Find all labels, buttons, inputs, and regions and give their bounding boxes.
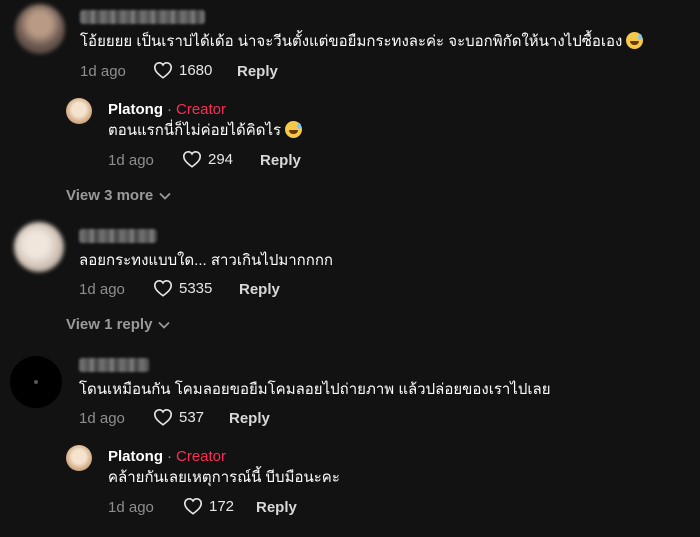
view-more-label: View 3 more <box>66 187 154 204</box>
like-count: 5335 <box>179 279 213 297</box>
reply-text-content: ตอนแรกนี่ก็ไม่ค่อยได้คิดไร <box>108 122 282 139</box>
comment-text: โดนเหมือนกัน โคมลอยขอยืมโคมลอยไปถ่ายภาพ … <box>79 381 551 398</box>
creator-badge: Creator <box>176 448 227 465</box>
like-count: 172 <box>209 497 235 515</box>
heart-outline-icon <box>153 408 173 426</box>
like-button[interactable]: 294 <box>182 150 233 168</box>
separator-dot: · <box>167 448 172 465</box>
commenter-name[interactable] <box>80 10 205 24</box>
heart-outline-icon <box>153 279 173 297</box>
creator-badge: Creator <box>176 101 227 118</box>
reply-text: คล้ายกันเลยเหตุการณ์นี้ บีบมือนะคะ <box>108 469 340 486</box>
commenter-name[interactable] <box>79 229 157 243</box>
heart-outline-icon <box>183 497 203 515</box>
reply-button[interactable]: Reply <box>229 410 270 427</box>
reply-button[interactable]: Reply <box>256 499 297 516</box>
like-button[interactable]: 537 <box>153 408 204 426</box>
comment-text: โอ้ยยยย เป็นเราบ่ได้เด้อ น่าจะวีนตั้งแต่… <box>80 32 644 52</box>
comment-text-content: โอ้ยยยย เป็นเราบ่ได้เด้อ น่าจะวีนตั้งแต่… <box>80 33 623 50</box>
comment-time: 1d ago <box>79 410 125 427</box>
commenter-name[interactable] <box>79 358 149 372</box>
grinning-sweat-emoji <box>626 32 644 49</box>
like-button[interactable]: 1680 <box>153 61 212 79</box>
view-more-label: View 1 reply <box>66 316 153 333</box>
like-count: 294 <box>208 150 234 168</box>
like-button[interactable]: 5335 <box>153 279 212 297</box>
reply-time: 1d ago <box>108 152 154 169</box>
creator-name[interactable]: Platong <box>108 448 163 465</box>
view-more-replies[interactable]: View 3 more <box>66 187 171 204</box>
view-more-replies[interactable]: View 1 reply <box>66 316 171 333</box>
heart-outline-icon <box>153 61 173 79</box>
comment-time: 1d ago <box>80 63 126 80</box>
reply-button[interactable]: Reply <box>239 281 280 298</box>
creator-name[interactable]: Platong <box>108 101 163 118</box>
comment-time: 1d ago <box>79 281 125 298</box>
reply-button[interactable]: Reply <box>237 63 278 80</box>
creator-avatar[interactable] <box>66 98 92 124</box>
chevron-down-icon <box>158 321 171 329</box>
commenter-avatar[interactable] <box>15 4 65 54</box>
heart-outline-icon <box>182 150 202 168</box>
creator-name-line: Platong · Creator <box>108 101 226 118</box>
creator-avatar[interactable] <box>66 445 92 471</box>
reply-time: 1d ago <box>108 499 154 516</box>
separator-dot: · <box>167 101 172 118</box>
reply-button[interactable]: Reply <box>260 152 301 169</box>
comment-text: ลอยกระทงแบบใด... สาวเกินไปมากกกก <box>79 252 334 269</box>
grinning-sweat-emoji <box>285 121 303 138</box>
like-button[interactable]: 172 <box>183 497 234 515</box>
commenter-avatar[interactable] <box>10 356 62 408</box>
like-count: 537 <box>179 408 205 426</box>
like-count: 1680 <box>179 61 213 79</box>
creator-name-line: Platong · Creator <box>108 448 226 465</box>
commenter-avatar[interactable] <box>14 222 64 272</box>
chevron-down-icon <box>159 192 171 200</box>
reply-text: ตอนแรกนี่ก็ไม่ค่อยได้คิดไร <box>108 121 303 141</box>
avatar-dot <box>34 380 38 384</box>
